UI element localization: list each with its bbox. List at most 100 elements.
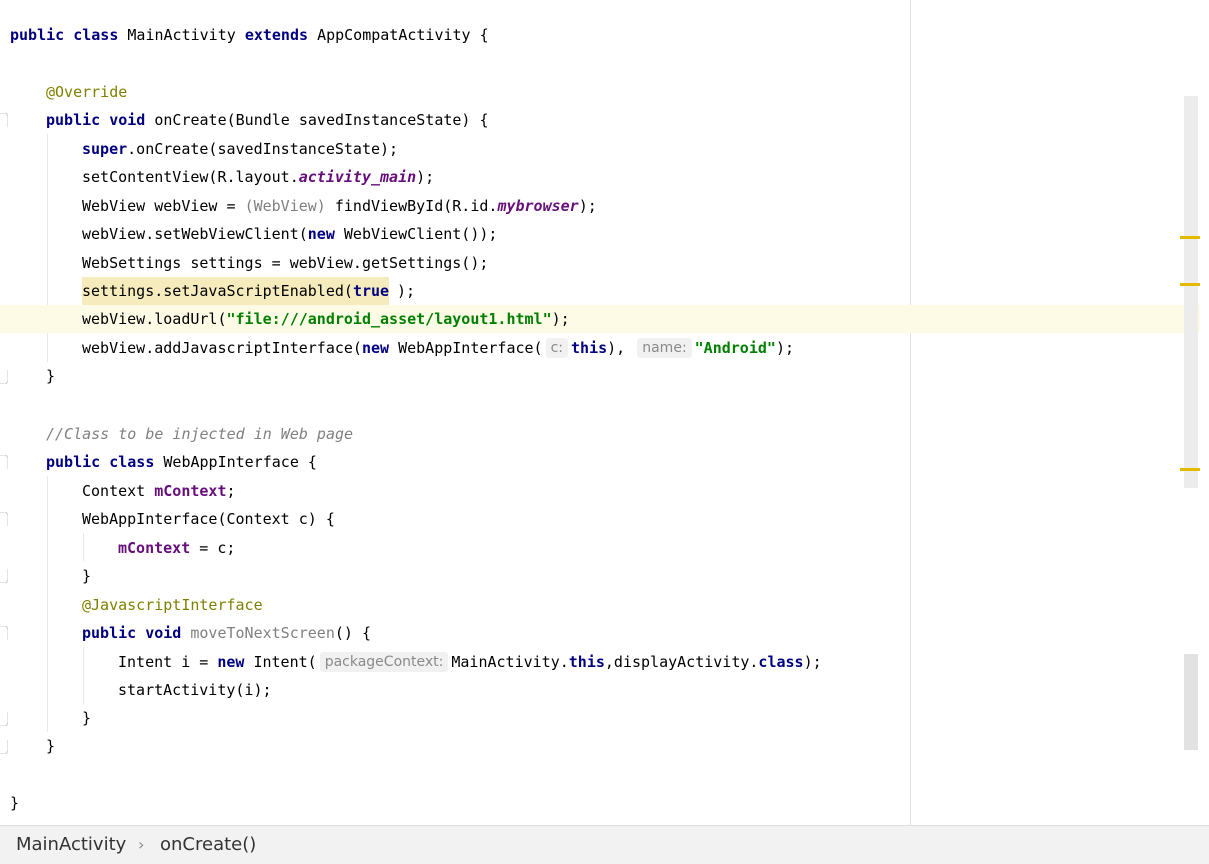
code-line: webView.setWebViewClient(new WebViewClie…	[0, 220, 1200, 248]
string-literal: "Android"	[694, 339, 776, 357]
code-text: );	[803, 653, 822, 671]
class-name: MainActivity	[127, 26, 245, 44]
code-text: );	[416, 168, 435, 186]
scrollbar-thumb[interactable]	[1184, 96, 1198, 488]
code-text: MainActivity.	[451, 653, 569, 671]
editor-right-edge	[1200, 0, 1209, 825]
keyword: new	[217, 653, 245, 671]
code-text: );	[578, 197, 597, 215]
class-name: WebAppInterface {	[163, 453, 317, 471]
code-line: WebAppInterface(Context c) {	[0, 505, 1200, 533]
annotation: @JavascriptInterface	[82, 596, 263, 614]
code-text: WebView webView =	[82, 197, 245, 215]
code-text: Intent(	[244, 653, 317, 671]
code-text: Intent i =	[118, 653, 218, 671]
code-text: ;	[226, 482, 236, 500]
code-text: WebAppInterface(	[389, 339, 543, 357]
code-text: );	[775, 339, 794, 357]
code-text: ,displayActivity.	[604, 653, 759, 671]
keyword: new	[307, 225, 335, 243]
code-line: }	[0, 789, 1200, 817]
code-text: = c;	[190, 539, 236, 557]
comment: //Class to be injected in Web page	[46, 425, 354, 443]
code-text: webView.addJavascriptInterface(	[82, 339, 362, 357]
code-line: //Class to be injected in Web page	[0, 420, 1200, 448]
code-text: webView.loadUrl(	[82, 310, 227, 328]
breadcrumb-method[interactable]: onCreate()	[160, 833, 256, 857]
unused-method: moveToNextScreen	[190, 624, 335, 642]
code-text: settings.setJavaScriptEnabled(	[82, 282, 353, 300]
code-text: .onCreate(savedInstanceState);	[127, 140, 399, 158]
keyword: public class	[10, 26, 128, 44]
code-line: super.onCreate(savedInstanceState);	[0, 135, 1200, 163]
static-field: activity_main	[298, 168, 417, 186]
keyword: extends	[244, 26, 318, 44]
keyword: public class	[46, 453, 164, 471]
code-text: );	[551, 310, 570, 328]
code-text: ),	[607, 339, 626, 357]
keyword: class	[758, 653, 804, 671]
code-text: setContentView(R.layout.	[82, 168, 299, 186]
code-line: settings.setJavaScriptEnabled(true);	[0, 277, 1200, 305]
code-line: public class WebAppInterface {	[0, 448, 1200, 476]
code-line: }	[0, 704, 1200, 732]
breadcrumb: MainActivity › onCreate()	[0, 825, 1209, 864]
caret-row: webView.loadUrl("file:///android_asset/l…	[0, 305, 1200, 333]
method-signature: onCreate(Bundle savedInstanceState) {	[154, 111, 489, 129]
keyword: true	[352, 282, 390, 300]
keyword: super	[82, 140, 128, 158]
code-text: }	[82, 709, 92, 727]
redundant-cast: (WebView)	[244, 197, 326, 215]
code-line: @Override	[0, 78, 1200, 106]
code-line: public void onCreate(Bundle savedInstanc…	[0, 106, 1200, 134]
code-line: }	[0, 562, 1200, 590]
code-line: mContext = c;	[0, 534, 1200, 562]
keyword: this	[571, 339, 608, 357]
code-text: WebSettings settings = webView.getSettin…	[82, 254, 489, 272]
warning-marker[interactable]	[1180, 468, 1200, 471]
code-text: Context	[82, 482, 155, 500]
breadcrumb-class[interactable]: MainActivity	[16, 833, 126, 857]
static-field: mybrowser	[497, 197, 579, 215]
code-text: () {	[334, 624, 371, 642]
code-line: WebView webView = (WebView) findViewById…	[0, 192, 1200, 220]
code-text: );	[397, 282, 416, 300]
code-line: }	[0, 362, 1200, 390]
parameter-hint: packageContext:	[319, 652, 449, 672]
code-text: webView.setWebViewClient(	[82, 225, 308, 243]
code-line: webView.addJavascriptInterface(new WebAp…	[0, 334, 1200, 362]
parameter-hint: name:	[637, 338, 692, 358]
breadcrumb-separator-icon: ›	[138, 835, 145, 854]
keyword: new	[361, 339, 390, 357]
field: mContext	[154, 482, 227, 500]
code-line: public void moveToNextScreen() {	[0, 619, 1200, 647]
base-class: AppCompatActivity {	[317, 26, 489, 44]
code-line: @JavascriptInterface	[0, 591, 1200, 619]
scrollbar-region[interactable]	[1184, 654, 1198, 750]
highlighted-usage: settings.setJavaScriptEnabled(true	[82, 277, 390, 305]
keyword: this	[568, 653, 605, 671]
code-text: WebAppInterface(Context c) {	[82, 510, 335, 528]
code-text: findViewById(R.id.	[325, 197, 498, 215]
code-line: public class MainActivity extends AppCom…	[0, 21, 1200, 49]
code-text: startActivity(i);	[118, 681, 272, 699]
code-text: }	[10, 794, 20, 812]
string-literal: "file:///android_asset/layout1.html"	[226, 310, 552, 328]
code-text: }	[46, 367, 56, 385]
warning-marker[interactable]	[1180, 283, 1200, 286]
warning-marker[interactable]	[1180, 236, 1200, 239]
code-text: }	[82, 567, 92, 585]
code-editor[interactable]: public class MainActivity extends AppCom…	[0, 0, 1200, 825]
parameter-hint: c:	[545, 338, 569, 358]
code-text: WebViewClient());	[334, 225, 498, 243]
code-line: Context mContext;	[0, 477, 1200, 505]
keyword: public void	[82, 624, 191, 642]
annotation: @Override	[46, 83, 128, 101]
code-line: }	[0, 732, 1200, 760]
field: mContext	[118, 539, 191, 557]
code-line: WebSettings settings = webView.getSettin…	[0, 249, 1200, 277]
code-line: startActivity(i);	[0, 676, 1200, 704]
code-line: Intent i = new Intent(packageContext: Mai…	[0, 648, 1200, 676]
code-line: setContentView(R.layout.activity_main);	[0, 163, 1200, 191]
keyword: public void	[46, 111, 155, 129]
